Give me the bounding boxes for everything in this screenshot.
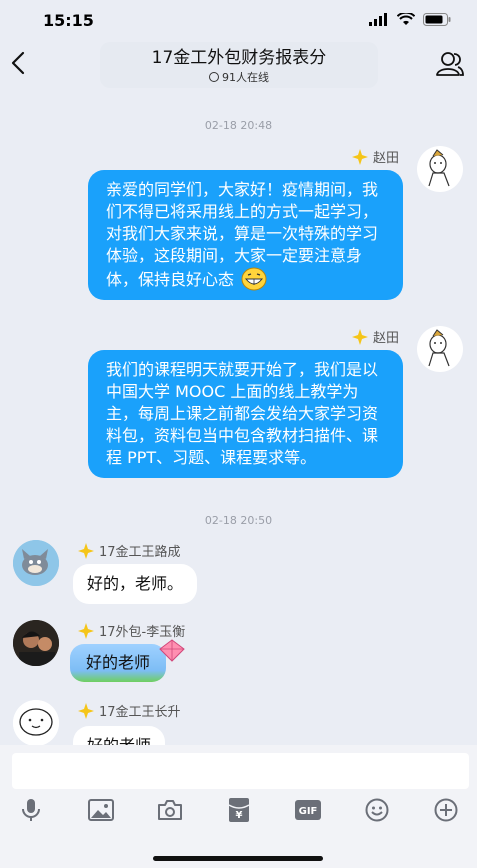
- sketch-avatar-icon: [428, 329, 450, 367]
- sender-row: 17金工王长升: [78, 701, 181, 720]
- plus-icon: [434, 798, 458, 822]
- emoji-icon: [365, 798, 389, 822]
- emoji-button[interactable]: [362, 795, 392, 825]
- image-icon: [88, 799, 114, 821]
- cartoon-cat-avatar-icon: [13, 540, 59, 586]
- member-badge-icon: [78, 542, 94, 559]
- avatar[interactable]: [13, 620, 59, 666]
- camera-icon: [158, 800, 182, 820]
- microphone-icon: [22, 799, 40, 821]
- input-toolbar: ¥ GIF: [0, 795, 477, 825]
- member-badge-icon: [78, 622, 94, 639]
- gif-icon: GIF: [295, 800, 321, 820]
- message-bubble[interactable]: 我们的课程明天就要开始了，我们是以中国大学 MOOC 上面的线上教学为主，每周上…: [88, 350, 403, 478]
- avatar[interactable]: [417, 146, 463, 192]
- image-button[interactable]: [86, 795, 116, 825]
- more-button[interactable]: [431, 795, 461, 825]
- battery-icon: [423, 13, 451, 26]
- home-indicator[interactable]: [153, 856, 323, 861]
- group-title: 17金工外包财务报表分: [151, 48, 327, 68]
- doodle-face-avatar-icon: [13, 700, 59, 746]
- sender-row: 17金工王路成: [78, 541, 181, 560]
- avatar[interactable]: [417, 326, 463, 372]
- online-count: 91人在线: [100, 69, 378, 85]
- admin-badge-icon: [351, 328, 368, 345]
- input-area: ¥ GIF: [0, 745, 477, 868]
- sender-name: 17外包-李玉衡: [99, 625, 186, 640]
- red-packet-button[interactable]: ¥: [224, 795, 254, 825]
- signal-icon: [369, 13, 387, 26]
- message-text: 好的，老师。: [87, 574, 184, 593]
- status-icons: [369, 13, 451, 26]
- sketch-avatar-icon: [428, 149, 450, 187]
- admin-badge-icon: [351, 148, 368, 165]
- avatar[interactable]: [13, 700, 59, 746]
- message-timestamp: 02-18 20:48: [204, 119, 273, 132]
- red-packet-label: ¥: [236, 810, 243, 821]
- voice-button[interactable]: [16, 795, 46, 825]
- camera-button[interactable]: [155, 795, 185, 825]
- message-bubble[interactable]: 好的老师: [70, 644, 167, 682]
- online-status-icon: [209, 72, 219, 82]
- message-text: 我们的课程明天就要开始了，我们是以中国大学 MOOC 上面的线上教学为主，每周上…: [106, 360, 379, 467]
- gif-label: GIF: [299, 806, 318, 817]
- group-members-button[interactable]: [435, 50, 465, 78]
- red-packet-icon: ¥: [228, 798, 250, 822]
- back-button[interactable]: [6, 48, 30, 78]
- chat-header: 17金工外包财务报表分 91人在线: [0, 38, 477, 88]
- photo-avatar-icon: [13, 620, 59, 666]
- status-time: 15:15: [43, 11, 94, 30]
- message-text: 好的老师: [86, 653, 151, 672]
- message-bubble[interactable]: 亲爱的同学们，大家好！疫情期间，我们不得已将采用线上的方式一起学习，对我们大家来…: [88, 170, 403, 300]
- grin-emoji-icon: [241, 267, 267, 291]
- sender-name: 17金工王路成: [99, 545, 181, 560]
- kite-sticker-icon: [159, 639, 185, 662]
- wifi-icon: [397, 13, 415, 25]
- sender-row: 赵田: [351, 147, 399, 166]
- message-bubble[interactable]: 好的，老师。: [73, 564, 198, 604]
- online-count-label: 91人在线: [222, 71, 269, 84]
- gif-button[interactable]: GIF: [293, 795, 323, 825]
- sender-name: 17金工王长升: [99, 705, 181, 720]
- message-input[interactable]: [12, 753, 469, 789]
- avatar[interactable]: [13, 540, 59, 586]
- chevron-left-icon: [11, 51, 25, 75]
- message-timestamp: 02-18 20:50: [204, 514, 273, 527]
- sender-name: 赵田: [372, 151, 399, 166]
- sender-name: 赵田: [372, 331, 399, 346]
- status-bar: 15:15: [0, 0, 477, 40]
- sender-row: 赵田: [351, 327, 399, 346]
- group-members-icon: [436, 52, 464, 76]
- member-badge-icon: [78, 702, 94, 719]
- group-title-area[interactable]: 17金工外包财务报表分 91人在线: [100, 42, 378, 88]
- sender-row: 17外包-李玉衡: [78, 621, 185, 640]
